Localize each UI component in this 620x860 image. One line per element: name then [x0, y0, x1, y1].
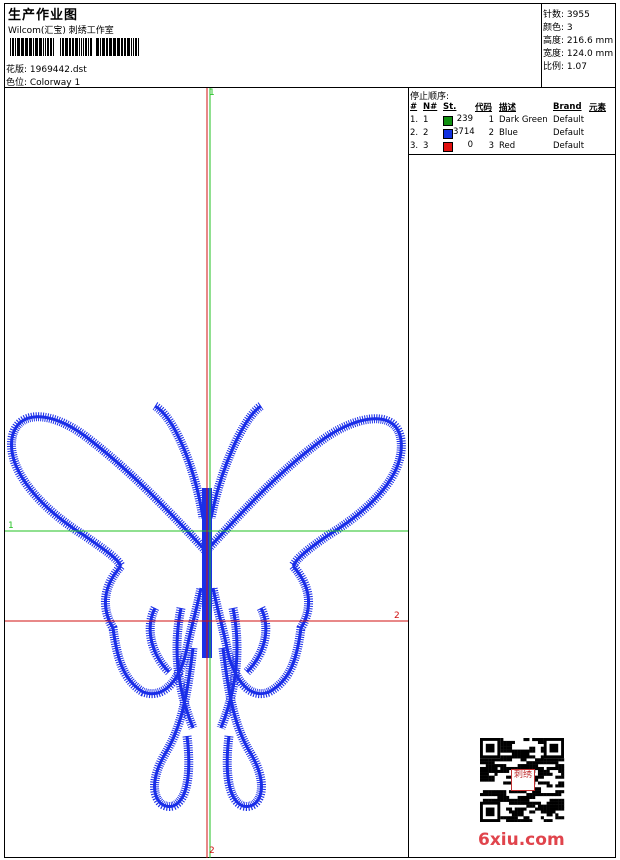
table-row: 2. 2 3714 2 Blue Default	[409, 126, 616, 139]
watermark-text: 6xiu.com	[478, 830, 565, 850]
panel-divider	[408, 87, 409, 858]
row-brand: Default	[553, 140, 585, 151]
stat-colors: 颜色: 3	[543, 23, 573, 33]
row-element	[588, 139, 616, 152]
table-header-row: # N# St. 代码 描述 Brand 元素	[409, 101, 616, 113]
row-description: Dark Green	[499, 114, 548, 125]
row-needle: 2	[423, 127, 429, 138]
stitch-core	[10, 415, 207, 567]
row-stitches: 0	[442, 139, 474, 152]
barcode	[10, 38, 139, 56]
row-brand: Default	[553, 114, 585, 125]
row-element	[588, 126, 616, 139]
design-canvas	[5, 88, 408, 858]
guide-green-top-label: 1	[209, 88, 215, 98]
stitch-core	[153, 647, 195, 808]
col-code: 代码	[475, 103, 493, 113]
row-element	[588, 113, 616, 126]
color-swatch	[443, 141, 453, 152]
row-stitches: 3714	[442, 126, 475, 139]
sheet-title: 生产作业图	[8, 8, 79, 23]
stat-stitches: 针数: 3955	[543, 10, 590, 20]
table-divider	[408, 154, 616, 155]
design-file-label: 花版: 1969442.dst	[6, 65, 87, 75]
table-row: 1. 1 239 1 Dark Green Default	[409, 113, 616, 126]
butterfly-design	[7, 402, 406, 811]
stat-width: 宽度: 124.0 mm	[543, 49, 614, 59]
stitch-core	[221, 647, 263, 808]
stat-height: 高度: 216.6 mm	[543, 36, 614, 46]
stop-sequence-table: # N# St. 代码 描述 Brand 元素 1. 1 239 1 Dark Gree…	[409, 101, 616, 152]
col-element: 元素	[589, 103, 607, 113]
guide-red-bottom-label: 2	[209, 846, 215, 856]
row-stitches: 239	[442, 113, 474, 126]
row-index: 3.	[410, 140, 419, 151]
company-name: Wilcom(汇宝) 刺绣工作室	[8, 26, 114, 36]
stitch-path	[7, 412, 209, 569]
row-index: 2.	[410, 127, 419, 138]
guide-green-left-label: 1	[8, 521, 14, 531]
row-code: 1	[488, 114, 494, 125]
stitch-core	[103, 564, 203, 696]
row-needle: 3	[423, 140, 429, 151]
row-needle: 1	[423, 114, 429, 125]
col-brand: Brand	[553, 102, 582, 112]
row-index: 1.	[410, 114, 419, 125]
color-swatch	[443, 128, 453, 139]
stats-divider	[541, 3, 542, 87]
row-description: Red	[499, 140, 516, 151]
stat-scale: 比例: 1.07	[543, 62, 587, 72]
guide-red-right-label: 2	[394, 611, 400, 621]
stitch-path	[100, 562, 206, 699]
row-brand: Default	[553, 127, 585, 138]
seal-stamp: 刺绣	[511, 769, 535, 791]
col-description: 描述	[499, 103, 517, 113]
table-row: 3. 3 0 3 Red Default	[409, 139, 616, 152]
row-code: 3	[488, 140, 494, 151]
color-swatch	[443, 115, 453, 126]
col-needle: N#	[423, 102, 438, 112]
col-index: #	[410, 102, 418, 112]
col-stitches: St.	[443, 102, 457, 112]
row-code: 2	[488, 127, 494, 138]
row-description: Blue	[499, 127, 518, 138]
